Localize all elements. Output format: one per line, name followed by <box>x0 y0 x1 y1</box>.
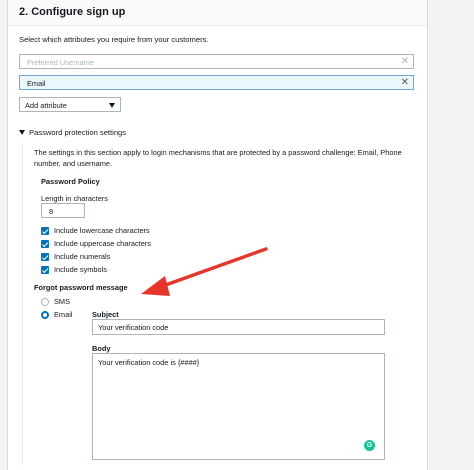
annotation-arrow-shaft <box>158 247 268 289</box>
annotation-arrow-head <box>141 276 170 296</box>
annotation-arrow-icon <box>141 247 268 296</box>
